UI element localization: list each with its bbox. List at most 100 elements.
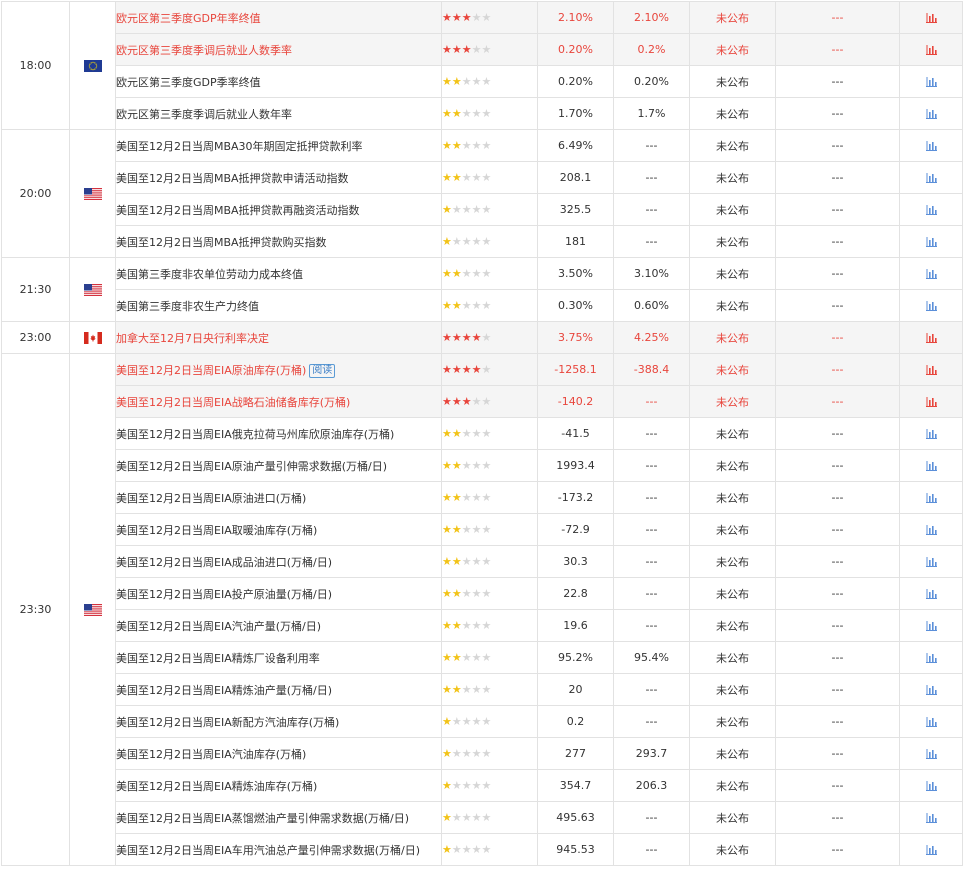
event-name[interactable]: 美国至12月2日当周EIA精炼油库存(万桶) xyxy=(115,769,442,802)
event-row[interactable]: 美国至12月2日当周EIA精炼厂设备利用率 ★★★★★ 95.2% 95.4% 未公布 -… xyxy=(2,641,963,674)
event-name-text[interactable]: 美国至12月2日当周MBA30年期固定抵押贷款利率 xyxy=(117,140,363,153)
event-row[interactable]: 美国至12月2日当周EIA蒸馏燃油产量引伸需求数据(万桶/日) ★★★★★ 495.… xyxy=(2,801,963,834)
event-row[interactable]: 美国至12月2日当周EIA汽油库存(万桶) ★★★★★ 277 293.7 未公布 --- xyxy=(2,737,963,770)
chart-icon[interactable] xyxy=(899,737,963,770)
chart-icon[interactable] xyxy=(899,257,963,290)
event-row[interactable]: 美国至12月2日当周EIA投产原油量(万桶/日) ★★★★★ 22.8 --- 未公布 -… xyxy=(2,577,963,610)
event-name[interactable]: 欧元区第三季度GDP季率终值 xyxy=(115,65,442,98)
chart-icon[interactable] xyxy=(899,641,963,674)
event-name-text[interactable]: 加拿大至12月7日央行利率决定 xyxy=(117,332,270,345)
event-name-text[interactable]: 美国至12月2日当周EIA取暖油库存(万桶) xyxy=(117,524,318,537)
event-row[interactable]: 美国至12月2日当周EIA原油进口(万桶) ★★★★★ -173.2 --- 未公布 --… xyxy=(2,481,963,514)
event-row[interactable]: 美国至12月2日当周MBA抵押贷款购买指数 ★★★★★ 181 --- 未公布 --- xyxy=(2,225,963,258)
chart-icon[interactable] xyxy=(899,129,963,162)
event-name[interactable]: 加拿大至12月7日央行利率决定 xyxy=(115,321,442,354)
chart-icon[interactable] xyxy=(899,1,963,34)
event-name[interactable]: 美国第三季度非农生产力终值 xyxy=(115,289,442,322)
chart-icon[interactable] xyxy=(899,769,963,802)
event-name-text[interactable]: 欧元区第三季度季调后就业人数季率 xyxy=(117,44,293,57)
event-name[interactable]: 美国至12月2日当周MBA抵押贷款再融资活动指数 xyxy=(115,193,442,226)
chart-icon[interactable] xyxy=(899,65,963,98)
event-name[interactable]: 美国至12月2日当周EIA新配方汽油库存(万桶) xyxy=(115,705,442,738)
event-name[interactable]: 美国至12月2日当周EIA原油库存(万桶) 阅读 xyxy=(115,353,442,386)
event-name-text[interactable]: 美国至12月2日当周EIA原油产量引伸需求数据(万桶/日) xyxy=(117,460,388,473)
event-name-text[interactable]: 美国至12月2日当周EIA战略石油储备库存(万桶) xyxy=(117,396,351,409)
event-row[interactable]: 美国至12月2日当周EIA车用汽油总产量引伸需求数据(万桶/日) ★★★★★ 945… xyxy=(2,833,963,866)
event-row[interactable]: 美国至12月2日当周MBA抵押贷款再融资活动指数 ★★★★★ 325.5 --- 未公布… xyxy=(2,193,963,226)
event-name[interactable]: 美国至12月2日当周EIA战略石油储备库存(万桶) xyxy=(115,385,442,418)
chart-icon[interactable] xyxy=(899,353,963,386)
event-row[interactable]: 美国至12月2日当周EIA汽油产量(万桶/日) ★★★★★ 19.6 --- 未公布 --… xyxy=(2,609,963,642)
event-name[interactable]: 欧元区第三季度季调后就业人数年率 xyxy=(115,97,442,130)
event-name[interactable]: 美国至12月2日当周EIA车用汽油总产量引伸需求数据(万桶/日) xyxy=(115,833,442,866)
event-row[interactable]: 美国至12月2日当周EIA成品油进口(万桶/日) ★★★★★ 30.3 --- 未公布 -… xyxy=(2,545,963,578)
event-name[interactable]: 美国至12月2日当周EIA俄克拉荷马州库欣原油库存(万桶) xyxy=(115,417,442,450)
chart-icon[interactable] xyxy=(899,673,963,706)
event-name-text[interactable]: 美国第三季度非农单位劳动力成本终值 xyxy=(117,268,304,281)
event-name-text[interactable]: 美国至12月2日当周EIA精炼厂设备利用率 xyxy=(117,652,320,665)
event-name[interactable]: 欧元区第三季度季调后就业人数季率 xyxy=(115,33,442,66)
event-name[interactable]: 美国至12月2日当周MBA抵押贷款申请活动指数 xyxy=(115,161,442,194)
event-name-text[interactable]: 欧元区第三季度GDP年率终值 xyxy=(117,12,261,25)
event-name-text[interactable]: 美国至12月2日当周EIA原油进口(万桶) xyxy=(117,492,307,505)
chart-icon[interactable] xyxy=(899,609,963,642)
event-name[interactable]: 美国至12月2日当周EIA精炼厂设备利用率 xyxy=(115,641,442,674)
chart-icon[interactable] xyxy=(899,545,963,578)
event-name[interactable]: 美国至12月2日当周EIA成品油进口(万桶/日) xyxy=(115,545,442,578)
event-row[interactable]: 美国至12月2日当周EIA精炼油库存(万桶) ★★★★★ 354.7 206.3 未公布… xyxy=(2,769,963,802)
event-name-text[interactable]: 美国至12月2日当周EIA投产原油量(万桶/日) xyxy=(117,588,333,601)
chart-icon[interactable] xyxy=(899,449,963,482)
chart-icon[interactable] xyxy=(899,513,963,546)
chart-icon[interactable] xyxy=(899,289,963,322)
chart-icon[interactable] xyxy=(899,97,963,130)
event-name[interactable]: 美国至12月2日当周EIA汽油产量(万桶/日) xyxy=(115,609,442,642)
event-name-text[interactable]: 美国至12月2日当周EIA车用汽油总产量引伸需求数据(万桶/日) xyxy=(117,844,421,857)
event-name-text[interactable]: 欧元区第三季度季调后就业人数年率 xyxy=(117,108,293,121)
chart-icon[interactable] xyxy=(899,161,963,194)
chart-icon[interactable] xyxy=(899,833,963,866)
event-name-text[interactable]: 美国至12月2日当周EIA汽油库存(万桶) xyxy=(117,748,307,761)
chart-icon[interactable] xyxy=(899,417,963,450)
chart-icon[interactable] xyxy=(899,577,963,610)
chart-icon[interactable] xyxy=(899,705,963,738)
event-name[interactable]: 美国至12月2日当周EIA汽油库存(万桶) xyxy=(115,737,442,770)
event-name[interactable]: 美国至12月2日当周EIA原油进口(万桶) xyxy=(115,481,442,514)
event-row[interactable]: 美国至12月2日当周EIA原油产量引伸需求数据(万桶/日) ★★★★★ 1993.4… xyxy=(2,449,963,482)
event-name-text[interactable]: 美国第三季度非农生产力终值 xyxy=(117,300,260,313)
event-name-text[interactable]: 美国至12月2日当周EIA蒸馏燃油产量引伸需求数据(万桶/日) xyxy=(117,812,410,825)
chart-icon[interactable] xyxy=(899,33,963,66)
event-row[interactable]: 欧元区第三季度季调后就业人数年率 ★★★★★ 1.70% 1.7% 未公布 --- xyxy=(2,97,963,130)
event-row[interactable]: 美国至12月2日当周EIA新配方汽油库存(万桶) ★★★★★ 0.2 --- 未公布 --… xyxy=(2,705,963,738)
event-row[interactable]: 欧元区第三季度季调后就业人数季率 ★★★★★ 0.20% 0.2% 未公布 --- xyxy=(2,33,963,66)
event-name-text[interactable]: 美国至12月2日当周EIA汽油产量(万桶/日) xyxy=(117,620,322,633)
event-name[interactable]: 美国至12月2日当周EIA取暖油库存(万桶) xyxy=(115,513,442,546)
event-row[interactable]: 美国至12月2日当周MBA抵押贷款申请活动指数 ★★★★★ 208.1 --- 未公布 -… xyxy=(2,161,963,194)
event-row[interactable]: 23:30 美国至12月2日当周EIA原油库存(万桶) 阅读 ★★★★★ -1258.1… xyxy=(1,353,963,866)
event-row[interactable]: 20:00 美国至12月2日当周MBA30年期固定抵押贷款利率 ★★★★★ 6.49%… xyxy=(1,129,963,258)
event-row[interactable]: 美国至12月2日当周EIA取暖油库存(万桶) ★★★★★ -72.9 --- 未公布 --… xyxy=(2,513,963,546)
event-name[interactable]: 美国至12月2日当周EIA投产原油量(万桶/日) xyxy=(115,577,442,610)
event-name-text[interactable]: 美国至12月2日当周EIA俄克拉荷马州库欣原油库存(万桶) xyxy=(117,428,395,441)
event-name[interactable]: 美国至12月2日当周EIA蒸馏燃油产量引伸需求数据(万桶/日) xyxy=(115,801,442,834)
event-row[interactable]: 美国至12月2日当周EIA俄克拉荷马州库欣原油库存(万桶) ★★★★★ -41.5-… xyxy=(2,417,963,450)
event-name-text[interactable]: 美国至12月2日当周MBA抵押贷款申请活动指数 xyxy=(117,172,349,185)
event-row[interactable]: 18:00 欧元区第三季度GDP年率终值 ★★★★★ 2.10% 2.10% 未公布 --- xyxy=(1,1,963,130)
event-row[interactable]: 欧元区第三季度GDP季率终值 ★★★★★ 0.20% 0.20% 未公布 --- xyxy=(2,65,963,98)
event-name[interactable]: 美国至12月2日当周EIA原油产量引伸需求数据(万桶/日) xyxy=(115,449,442,482)
event-name-text[interactable]: 美国至12月2日当周EIA精炼油产量(万桶/日) xyxy=(117,684,333,697)
event-name-text[interactable]: 美国至12月2日当周EIA原油库存(万桶) xyxy=(117,364,307,377)
event-name[interactable]: 美国至12月2日当周MBA抵押贷款购买指数 xyxy=(115,225,442,258)
event-name-text[interactable]: 欧元区第三季度GDP季率终值 xyxy=(117,76,261,89)
chart-icon[interactable] xyxy=(899,225,963,258)
event-name[interactable]: 欧元区第三季度GDP年率终值 xyxy=(115,1,442,34)
chart-icon[interactable] xyxy=(899,321,963,354)
event-row[interactable]: 美国至12月2日当周EIA战略石油储备库存(万桶) ★★★★★ -140.2 --- 未… xyxy=(2,385,963,418)
event-name-text[interactable]: 美国至12月2日当周MBA抵押贷款购买指数 xyxy=(117,236,327,249)
chart-icon[interactable] xyxy=(899,481,963,514)
event-name[interactable]: 美国至12月2日当周EIA精炼油产量(万桶/日) xyxy=(115,673,442,706)
event-name-text[interactable]: 美国至12月2日当周MBA抵押贷款再融资活动指数 xyxy=(117,204,360,217)
event-name-text[interactable]: 美国至12月2日当周EIA精炼油库存(万桶) xyxy=(117,780,318,793)
event-row[interactable]: 23:00 加拿大至12月7日央行利率决定 ★★★★★ 3.75% 4.25% 未公布 --… xyxy=(1,321,963,354)
event-row[interactable]: 21:30 美国第三季度非农单位劳动力成本终值 ★★★★★ 3.50% 3.10% 未公布… xyxy=(1,257,963,322)
chart-icon[interactable] xyxy=(899,801,963,834)
